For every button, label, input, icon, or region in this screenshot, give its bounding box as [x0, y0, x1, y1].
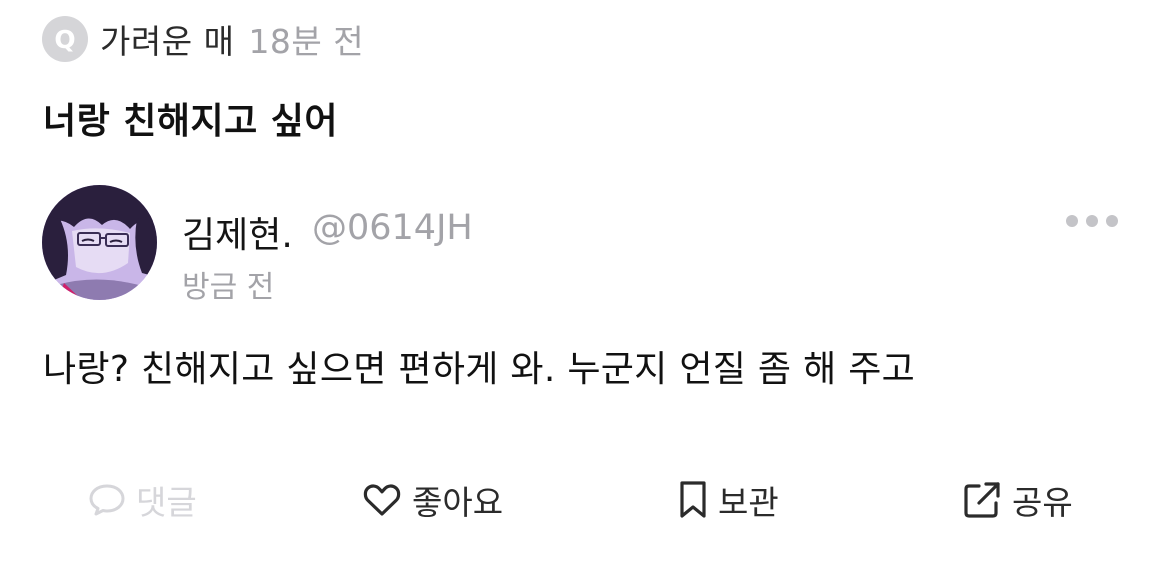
more-options-button[interactable]: [1066, 206, 1118, 236]
question-text: 너랑 친해지고 싶어: [43, 101, 339, 142]
like-label: 좋아요: [412, 483, 504, 522]
question-badge-icon: Q: [42, 16, 88, 62]
asker-name[interactable]: 가려운 매: [100, 15, 234, 63]
question-timestamp: 18분 전: [248, 22, 365, 61]
author-name[interactable]: 김제현.: [182, 206, 293, 258]
save-label: 보관: [718, 483, 779, 522]
share-button[interactable]: 공유: [962, 476, 1073, 524]
bookmark-icon: [678, 480, 708, 520]
answer-text: 나랑? 친해지고 싶으면 편하게 와. 누군지 언질 좀 해 주고: [43, 349, 916, 390]
like-button[interactable]: 좋아요: [362, 476, 503, 524]
avatar-illustration: [42, 185, 157, 300]
author-handle[interactable]: @0614JH: [312, 208, 473, 248]
more-horizontal-icon-dot: [1106, 215, 1118, 227]
comment-label: 댓글: [136, 483, 197, 522]
heart-icon: [362, 482, 402, 518]
speech-bubble-icon: [88, 483, 126, 517]
comment-button[interactable]: 댓글: [88, 476, 197, 524]
save-button[interactable]: 보관: [678, 476, 779, 524]
share-icon: [962, 480, 1002, 520]
question-header: Q 가려운 매 18분 전: [42, 15, 364, 63]
more-horizontal-icon: [1066, 215, 1078, 227]
avatar[interactable]: [42, 185, 157, 300]
more-horizontal-icon-dot: [1086, 215, 1098, 227]
share-label: 공유: [1012, 483, 1073, 522]
answer-timestamp: 방금 전: [182, 270, 275, 305]
